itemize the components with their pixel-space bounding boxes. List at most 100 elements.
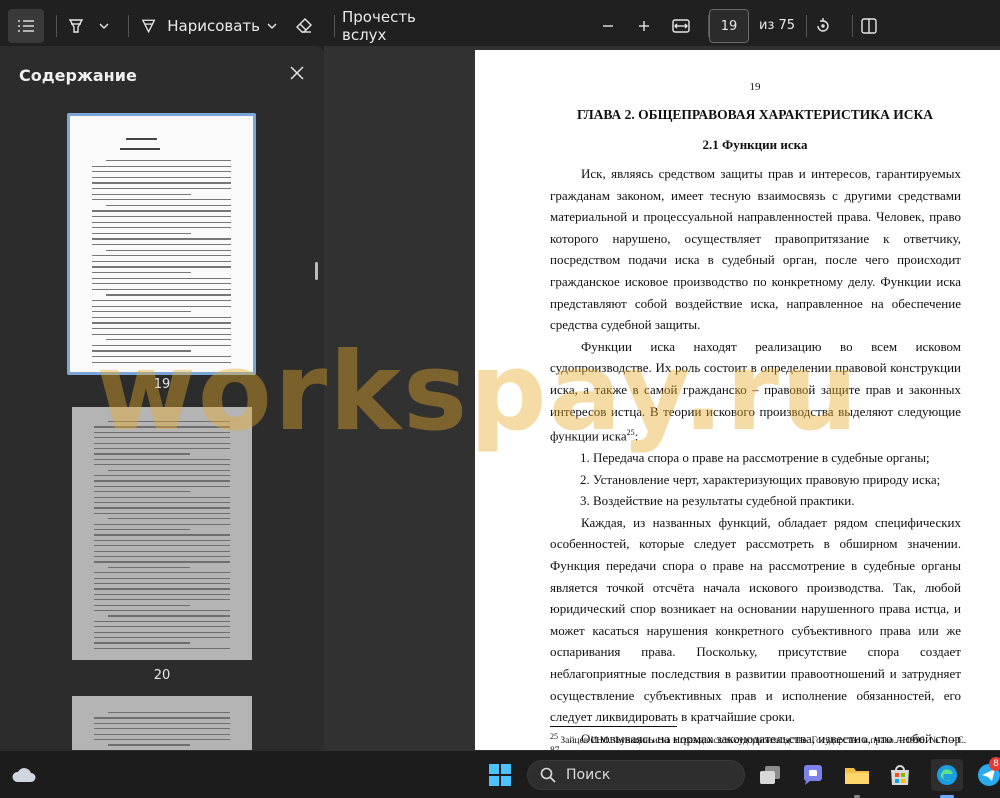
thumbnail-number: 19 xyxy=(153,377,171,392)
draw-options-dropdown[interactable] xyxy=(262,9,282,43)
thumbnail-text-line xyxy=(92,356,231,358)
telegram-button[interactable]: 8 xyxy=(975,757,1000,789)
eraser-button[interactable] xyxy=(290,9,318,43)
draw-label: Нарисовать xyxy=(167,17,260,35)
task-view-icon xyxy=(760,766,780,784)
document-viewer[interactable]: 19 ГЛАВА 2. ОБЩЕПРАВОВАЯ ХАРАКТЕРИСТИКА … xyxy=(324,46,1000,750)
close-sidebar-button[interactable] xyxy=(288,64,308,84)
thumbnail-text-line xyxy=(94,577,230,579)
page-total-label: из 75 xyxy=(759,18,796,33)
teams-button[interactable] xyxy=(799,761,827,789)
page-thumbnail-20[interactable] xyxy=(72,407,252,660)
edge-button[interactable] xyxy=(931,759,963,791)
thumbnail-text-line xyxy=(94,507,230,509)
sidebar-scrollbar-thumb[interactable] xyxy=(315,262,318,280)
draw-button[interactable]: Нарисовать xyxy=(140,9,260,43)
thumbnail-text-line xyxy=(94,583,230,585)
page-thumbnail-21[interactable] xyxy=(72,696,252,750)
thumbnail-text-line xyxy=(94,534,230,536)
plus-icon xyxy=(639,21,649,31)
weather-widget[interactable] xyxy=(10,761,38,789)
footnote-divider xyxy=(550,726,677,727)
microsoft-store-button[interactable] xyxy=(886,761,914,789)
folder-icon xyxy=(845,768,869,784)
thumbnail-text-line xyxy=(92,333,231,335)
start-button[interactable] xyxy=(486,761,514,789)
page-number-input[interactable]: 19 xyxy=(709,9,749,43)
thumbnail-text-line xyxy=(92,361,231,363)
functions-list: 1. Передача спора о праве на рассмотрени… xyxy=(550,447,961,512)
highlight-options-dropdown[interactable] xyxy=(94,9,114,43)
list-item: 1. Передача спора о праве на рассмотрени… xyxy=(580,450,930,466)
page-view-button[interactable] xyxy=(856,9,882,43)
thumbnail-text-line xyxy=(92,322,231,324)
footnote: 25 Зайцев И.М. Функции иска в гражданско… xyxy=(550,732,970,750)
contents-toggle-button[interactable] xyxy=(8,9,44,43)
zoom-out-button[interactable] xyxy=(596,9,620,43)
thumbnail-text-line xyxy=(94,437,230,439)
windows-icon xyxy=(489,764,511,786)
thumbnail-text-line xyxy=(94,610,230,612)
thumbnail-text-line xyxy=(92,216,231,218)
thumbnail-text-line xyxy=(94,722,230,725)
thumbnail-text-line xyxy=(94,733,230,735)
thumbnail-text-line xyxy=(94,464,230,466)
toolbar-separator xyxy=(128,15,129,37)
rotate-button[interactable] xyxy=(810,9,836,43)
thumbnail-text-line xyxy=(94,717,230,719)
eraser-icon xyxy=(296,18,312,33)
thumbnail-text-line xyxy=(92,244,231,246)
taskbar-search[interactable]: Поиск xyxy=(527,760,745,790)
fit-to-width-button[interactable] xyxy=(668,9,694,43)
paragraph: Иск, являясь средством защиты прав и инт… xyxy=(550,166,961,333)
task-view-button[interactable] xyxy=(756,761,784,789)
toolbar-separator xyxy=(56,15,57,37)
thumbnail-text-line xyxy=(94,442,230,444)
thumbnail-text-line xyxy=(94,604,190,606)
thumbnail-text-line xyxy=(94,588,230,590)
thumbnail-text-line xyxy=(94,475,230,477)
thumbnail-text-line xyxy=(92,238,231,240)
thumbnail-text-line xyxy=(94,448,230,450)
store-icon xyxy=(891,765,909,785)
fit-width-icon xyxy=(672,19,690,33)
thumbnail-text-line xyxy=(94,637,230,639)
thumbnail-text-line xyxy=(92,255,231,257)
thumbnail-text-line xyxy=(92,305,231,307)
thumbnail-text-line xyxy=(94,550,230,552)
thumbnail-text-line xyxy=(94,453,190,455)
footnote-reference[interactable]: 25 xyxy=(627,428,635,437)
thumbnail-heading-line xyxy=(120,148,160,150)
highlight-button[interactable] xyxy=(62,9,90,43)
read-aloud-button[interactable]: Прочесть вслух xyxy=(338,8,448,44)
thumbnail-text-line xyxy=(106,160,231,162)
thumbnail-text-line xyxy=(92,283,231,285)
zoom-in-button[interactable] xyxy=(632,9,656,43)
list-item: 2. Установление черт, характеризующих пр… xyxy=(580,471,941,487)
thumbnail-text-line xyxy=(94,620,230,623)
close-icon xyxy=(290,66,304,80)
pdf-viewer-app: Нарисовать Прочесть вслух 19 из 75 Содер… xyxy=(0,0,1000,798)
chapter-title: ГЛАВА 2. ОБЩЕПРАВОВАЯ ХАРАКТЕРИСТИКА ИСК… xyxy=(577,107,933,122)
thumbnail-text-line xyxy=(92,328,231,330)
toolbar: Нарисовать Прочесть вслух 19 из 75 xyxy=(0,0,1000,52)
thumbnail-text-line xyxy=(92,266,231,268)
search-icon xyxy=(540,767,556,783)
thumbnail-text-line xyxy=(94,502,230,504)
thumbnail-text-line xyxy=(92,272,191,274)
thumbnail-text-line xyxy=(108,712,230,714)
thumbnail-text-line xyxy=(108,421,230,423)
file-explorer-button[interactable] xyxy=(843,761,871,789)
thumbnail-text-line xyxy=(94,523,230,525)
footnote-text: Зайцев И.М. Функции иска в гражданском с… xyxy=(550,736,967,750)
list-icon xyxy=(18,20,34,32)
thumbnail-text-line xyxy=(94,545,230,547)
chat-icon xyxy=(803,765,822,785)
thumbnail-text-line xyxy=(94,496,230,498)
chevron-down-icon xyxy=(267,23,277,29)
page-thumbnail-19[interactable] xyxy=(70,116,253,372)
thumbnail-heading-line xyxy=(126,138,157,140)
notification-badge: 8 xyxy=(989,757,1000,771)
rotate-icon xyxy=(817,18,829,32)
thumbnail-text-line xyxy=(106,339,231,341)
